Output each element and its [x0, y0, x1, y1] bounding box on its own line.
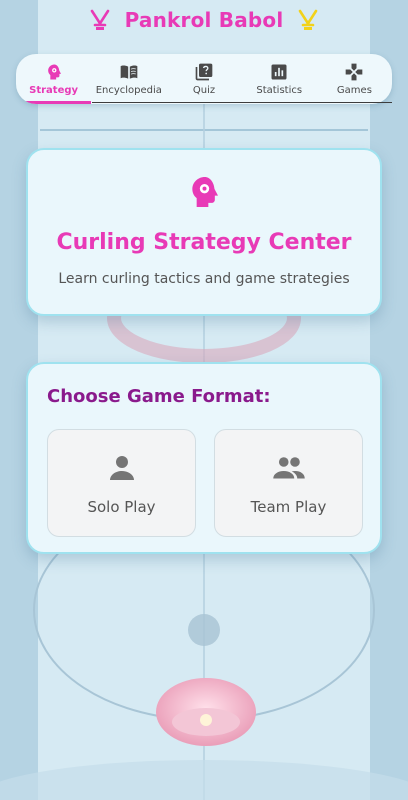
crossed-hockey-sticks-icon — [299, 9, 318, 30]
hero-title: Curling Strategy Center — [56, 230, 352, 255]
game-format-card: Choose Game Format: Solo Play Team Play — [26, 362, 382, 554]
tab-label: Encyclopedia — [95, 85, 162, 96]
person-icon — [109, 456, 134, 480]
solo-play-label: Solo Play — [87, 498, 156, 516]
group-icon — [272, 457, 305, 479]
team-play-button[interactable]: Team Play — [214, 429, 363, 537]
quiz-icon — [195, 63, 213, 81]
psychology-head-icon — [47, 64, 61, 80]
tab-label: Statistics — [256, 85, 303, 96]
tab-encyclopedia[interactable]: Encyclopedia — [91, 54, 166, 104]
book-icon — [120, 65, 138, 79]
tab-bar: Strategy Encyclopedia Quiz Statistics Ga… — [16, 54, 392, 104]
tab-label: Games — [336, 85, 372, 96]
gamepad-icon — [346, 63, 363, 81]
tab-quiz[interactable]: Quiz — [166, 54, 241, 104]
team-play-label: Team Play — [250, 498, 327, 516]
hero-subtitle: Learn curling tactics and game strategie… — [58, 271, 350, 287]
tab-label: Strategy — [29, 85, 79, 96]
tab-statistics[interactable]: Statistics — [242, 54, 317, 104]
app-header: Pankrol Babol — [0, 0, 408, 40]
solo-play-button[interactable]: Solo Play — [47, 429, 196, 537]
tab-label: Quiz — [192, 85, 216, 96]
tab-strategy[interactable]: Strategy — [16, 54, 92, 104]
crossed-hockey-sticks-icon — [90, 9, 109, 30]
bar-chart-icon — [271, 64, 287, 80]
tab-divider — [92, 102, 392, 103]
app-title: Pankrol Babol — [124, 8, 284, 32]
psychology-head-icon — [192, 177, 218, 207]
game-format-heading: Choose Game Format: — [47, 386, 271, 407]
tab-games[interactable]: Games — [317, 54, 392, 104]
strategy-hero-card: Curling Strategy Center Learn curling ta… — [26, 148, 382, 316]
